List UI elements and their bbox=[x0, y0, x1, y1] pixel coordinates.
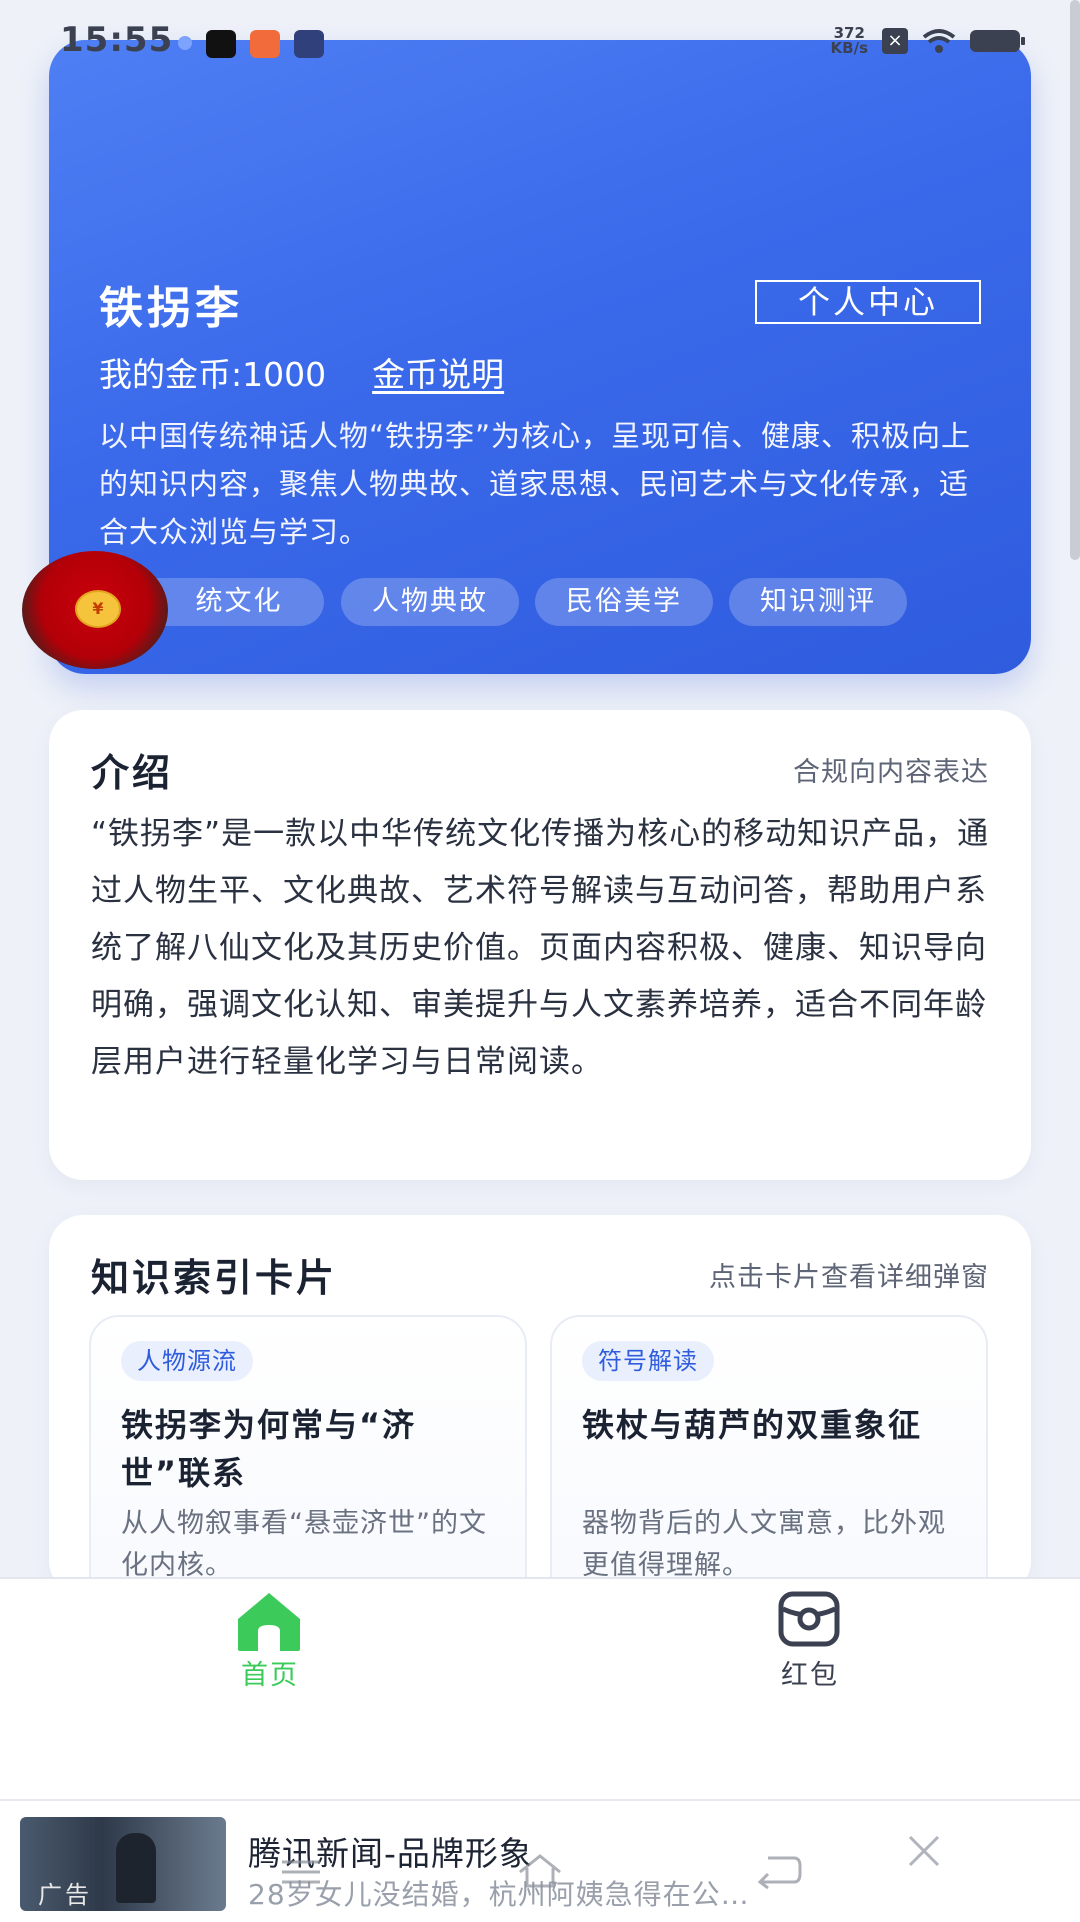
scrollbar[interactable] bbox=[1070, 0, 1080, 560]
close-icon[interactable] bbox=[906, 1833, 942, 1869]
bottom-navigation: 首页 红包 bbox=[0, 1577, 1080, 1801]
back-icon[interactable] bbox=[754, 1850, 804, 1890]
status-time: 15:55 bbox=[60, 20, 174, 60]
ad-label: 广告 bbox=[38, 1881, 92, 1909]
tag-folk-aesthetics[interactable]: 民俗美学 bbox=[535, 578, 713, 626]
knowledge-card[interactable]: 人物源流 铁拐李为何常与“济世”联系 从人物叙事看“悬壶济世”的文化内核。 bbox=[89, 1315, 527, 1595]
message-app-icon bbox=[294, 30, 324, 58]
knowledge-index-card: 知识索引卡片 点击卡片查看详细弹窗 人物源流 铁拐李为何常与“济世”联系 从人物… bbox=[49, 1215, 1031, 1595]
intro-card: 介绍 合规向内容表达 “铁拐李”是一款以中华传统文化传播为核心的移动知识产品，通… bbox=[49, 710, 1031, 1180]
notification-dot-icon bbox=[178, 36, 192, 50]
profile-hero-card: 铁拐李 个人中心 我的金币:1000 金币说明 以中国传统神话人物“铁拐李”为核… bbox=[49, 40, 1031, 674]
hero-description: 以中国传统神话人物“铁拐李”为核心，呈现可信、健康、积极向上的知识内容，聚焦人物… bbox=[99, 419, 972, 549]
intro-note: 合规向内容表达 bbox=[793, 757, 989, 788]
ad-thumbnail-person bbox=[116, 1833, 156, 1903]
coin-icon: ¥ bbox=[75, 590, 121, 628]
floating-red-packet-button[interactable]: ¥ bbox=[22, 551, 168, 669]
index-note: 点击卡片查看详细弹窗 bbox=[709, 1262, 989, 1293]
index-title: 知识索引卡片 bbox=[91, 1256, 338, 1300]
knowledge-card-title: 铁拐李为何常与“济世”联系 bbox=[121, 1406, 417, 1492]
network-speed: 372 KB/s bbox=[831, 26, 868, 56]
wifi-icon bbox=[922, 29, 956, 53]
tag-list: 统文化 人物典故 民俗美学 知识测评 bbox=[49, 578, 1031, 626]
tag-stories[interactable]: 人物典故 bbox=[341, 578, 519, 626]
coins-row: 我的金币:1000 金币说明 bbox=[99, 348, 504, 396]
knowledge-card[interactable]: 符号解读 铁杖与葫芦的双重象征 器物背后的人文寓意，比外观更值得理解。 bbox=[550, 1315, 988, 1595]
home-nav-icon[interactable] bbox=[515, 1850, 565, 1890]
status-bar: 15:55 372 KB/s × bbox=[0, 0, 1080, 80]
coin-explain-link[interactable]: 金币说明 bbox=[372, 348, 504, 396]
intro-text: “铁拐李”是一款以中华传统文化传播为核心的移动知识产品，通过人物生平、文化典故、… bbox=[91, 816, 990, 1080]
home-icon bbox=[238, 1593, 300, 1651]
tiktok-app-icon bbox=[206, 30, 236, 58]
menu-icon[interactable] bbox=[276, 1850, 326, 1890]
knowledge-card-badge: 人物源流 bbox=[121, 1341, 253, 1381]
nav-home[interactable]: 首页 bbox=[190, 1579, 350, 1699]
battery-icon bbox=[970, 30, 1025, 52]
app-notification-icon bbox=[250, 30, 280, 58]
status-notification-icons bbox=[178, 30, 324, 58]
nav-red-packet[interactable]: 红包 bbox=[730, 1579, 890, 1699]
status-right: 372 KB/s × bbox=[831, 26, 1025, 56]
coin-balance: 我的金币:1000 bbox=[99, 355, 327, 394]
intro-title: 介绍 bbox=[91, 751, 174, 795]
knowledge-card-title: 铁杖与葫芦的双重象征 bbox=[582, 1406, 923, 1444]
nav-home-label: 首页 bbox=[241, 1660, 299, 1691]
knowledge-card-desc: 器物背后的人文寓意，比外观更值得理解。 bbox=[582, 1508, 946, 1581]
knowledge-card-desc: 从人物叙事看“悬壶济世”的文化内核。 bbox=[121, 1508, 487, 1581]
tag-quiz[interactable]: 知识测评 bbox=[729, 578, 907, 626]
personal-center-button[interactable]: 个人中心 bbox=[755, 280, 981, 324]
no-sim-icon: × bbox=[882, 28, 908, 54]
ad-thumbnail: 广告 bbox=[20, 1817, 226, 1911]
red-packet-icon bbox=[778, 1591, 840, 1647]
hero-title: 铁拐李 bbox=[99, 283, 243, 334]
system-navigation-bar bbox=[270, 1840, 810, 1900]
network-speed-unit: KB/s bbox=[830, 39, 868, 57]
nav-red-packet-label: 红包 bbox=[781, 1660, 839, 1691]
knowledge-card-badge: 符号解读 bbox=[582, 1341, 714, 1381]
